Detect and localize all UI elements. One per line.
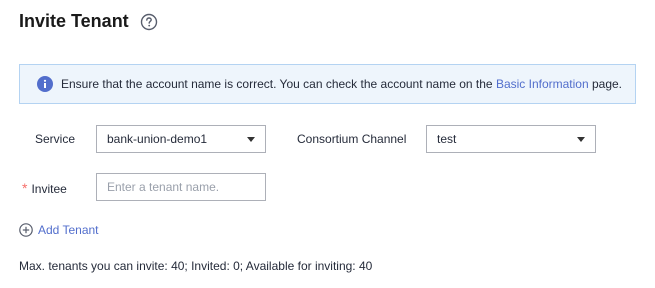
- consortium-channel-label: Consortium Channel: [297, 132, 407, 146]
- info-notice: Ensure that the account name is correct.…: [19, 64, 636, 104]
- help-icon[interactable]: [140, 13, 158, 31]
- invite-quota-summary: Max. tenants you can invite: 40; Invited…: [19, 259, 373, 273]
- service-select-value: bank-union-demo1: [107, 132, 208, 146]
- invitee-input[interactable]: [96, 173, 266, 201]
- consortium-channel-select[interactable]: test: [426, 125, 596, 153]
- required-asterisk: *: [22, 180, 28, 196]
- page-title: Invite Tenant: [19, 11, 129, 31]
- notice-text-before: Ensure that the account name is correct.…: [61, 77, 496, 91]
- chevron-down-icon: [247, 137, 255, 142]
- service-select[interactable]: bank-union-demo1: [96, 125, 266, 153]
- plus-circle-icon: [19, 223, 33, 237]
- chevron-down-icon: [577, 137, 585, 142]
- notice-text-after: page.: [588, 77, 623, 91]
- invite-tenant-page: Invite Tenant Ensure that the account na…: [0, 0, 655, 288]
- service-label: Service: [35, 132, 76, 146]
- notice-text: Ensure that the account name is correct.…: [61, 77, 622, 91]
- basic-information-link[interactable]: Basic Information: [496, 77, 589, 91]
- invitee-label: * Invitee: [22, 180, 67, 197]
- consortium-channel-select-value: test: [437, 132, 457, 146]
- info-icon: [37, 76, 53, 92]
- invitee-label-text: Invitee: [31, 182, 67, 196]
- add-tenant-button[interactable]: Add Tenant: [19, 223, 99, 237]
- add-tenant-label: Add Tenant: [38, 223, 99, 237]
